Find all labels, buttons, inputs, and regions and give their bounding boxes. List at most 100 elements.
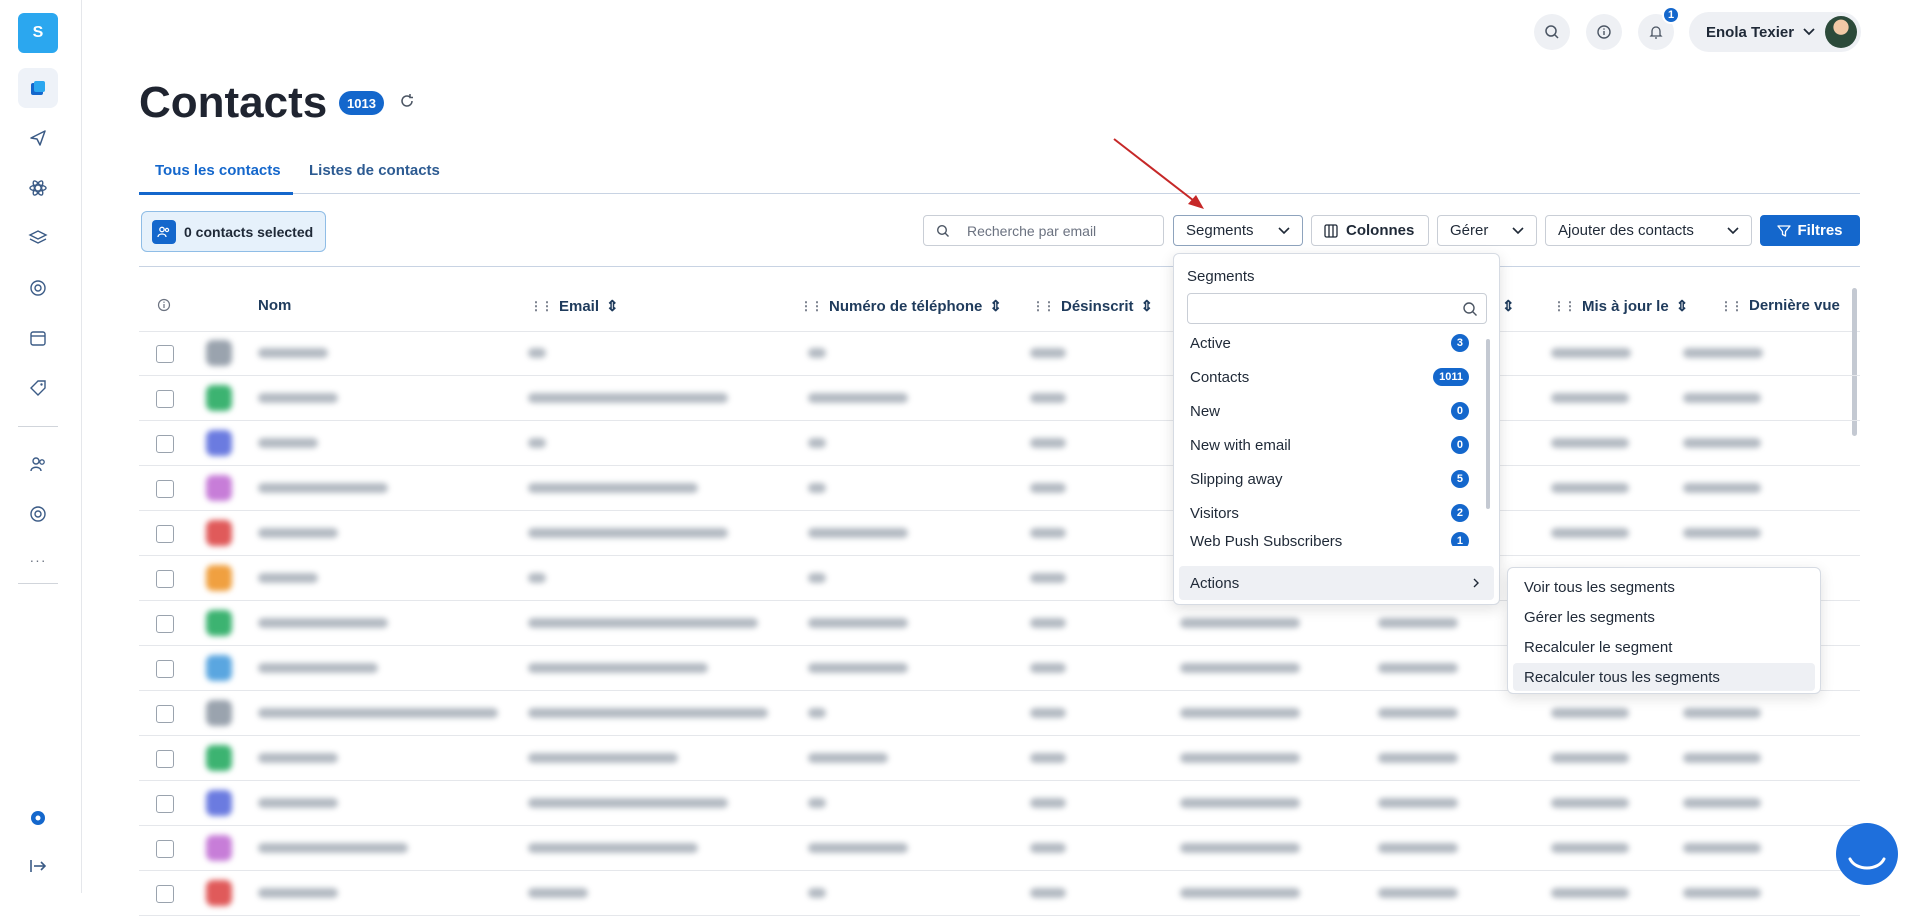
drag-handle-icon[interactable]: ⋮⋮: [1032, 299, 1055, 313]
blurred-cell: [1180, 888, 1300, 898]
column-header-last-seen[interactable]: ⋮⋮ Dernière vue: [1720, 297, 1840, 314]
row-checkbox[interactable]: [156, 525, 174, 543]
segment-item-web-push-subscribers[interactable]: Web Push Subscribers 1: [1190, 532, 1469, 546]
drag-handle-icon[interactable]: ⋮⋮: [530, 299, 553, 313]
avatar: [206, 790, 232, 816]
sort-icon[interactable]: ⇕: [1502, 297, 1515, 315]
column-header-name[interactable]: Nom: [258, 297, 291, 314]
add-contacts-dropdown-button[interactable]: Ajouter des contacts: [1545, 215, 1752, 246]
segment-item-contacts[interactable]: Contacts 1011: [1190, 368, 1469, 386]
layers-icon[interactable]: [18, 218, 58, 258]
drag-handle-icon[interactable]: ⋮⋮: [1553, 299, 1576, 313]
notification-count-badge: 1: [1662, 6, 1680, 24]
row-checkbox[interactable]: [156, 615, 174, 633]
sort-icon[interactable]: ⇕: [1676, 297, 1689, 315]
sidebar-divider: [18, 583, 58, 584]
users-icon[interactable]: [18, 444, 58, 484]
segments-search-input[interactable]: [1187, 293, 1487, 324]
blurred-cell: [1551, 843, 1629, 853]
table-scrollbar[interactable]: [1852, 288, 1857, 436]
row-checkbox[interactable]: [156, 885, 174, 903]
blurred-cell: [258, 708, 498, 718]
blurred-cell: [258, 663, 378, 673]
segments-dropdown-button[interactable]: Segments: [1173, 215, 1303, 246]
search-placeholder: Recherche par email: [967, 222, 1097, 239]
support-icon[interactable]: [18, 494, 58, 534]
segment-item-slipping-away[interactable]: Slipping away 5: [1190, 470, 1469, 488]
send-icon[interactable]: [18, 118, 58, 158]
search-button[interactable]: [1534, 14, 1570, 50]
tab-contact-lists[interactable]: Listes de contacts: [309, 162, 440, 179]
tag-icon[interactable]: [18, 368, 58, 408]
blurred-cell: [528, 573, 546, 583]
view-all-segments-item[interactable]: Voir tous les segments: [1513, 573, 1815, 601]
help-icon[interactable]: [18, 798, 58, 838]
filters-button[interactable]: Filtres: [1760, 215, 1860, 246]
blurred-cell: [1683, 393, 1761, 403]
more-icon[interactable]: ···: [18, 552, 58, 568]
calendar-icon[interactable]: [18, 318, 58, 358]
logout-icon[interactable]: [18, 846, 58, 886]
info-button[interactable]: [1586, 14, 1622, 50]
segments-dropdown-menu: Segments Active 3 Contacts 1011 New 0 New w…: [1173, 253, 1500, 605]
blurred-cell: [808, 708, 826, 718]
blurred-cell: [808, 663, 908, 673]
drag-handle-icon[interactable]: ⋮⋮: [800, 299, 823, 313]
row-checkbox[interactable]: [156, 390, 174, 408]
manage-segments-item[interactable]: Gérer les segments: [1513, 603, 1815, 631]
row-checkbox[interactable]: [156, 435, 174, 453]
recalculate-segment-item[interactable]: Recalculer le segment: [1513, 633, 1815, 661]
active-tab-indicator: [139, 192, 293, 195]
target-icon[interactable]: [18, 268, 58, 308]
sort-icon[interactable]: ⇕: [989, 297, 1002, 315]
segment-label: New: [1190, 402, 1221, 420]
row-checkbox[interactable]: [156, 570, 174, 588]
row-checkbox[interactable]: [156, 840, 174, 858]
workspace-logo[interactable]: S: [18, 13, 58, 53]
row-checkbox[interactable]: [156, 660, 174, 678]
blurred-cell: [1030, 393, 1066, 403]
segments-scrollbar[interactable]: [1486, 339, 1490, 509]
chat-widget-button[interactable]: [1836, 823, 1898, 885]
email-search-input[interactable]: Recherche par email: [923, 215, 1164, 246]
table-row-divider: [139, 735, 1860, 736]
row-checkbox[interactable]: [156, 795, 174, 813]
atom-icon[interactable]: [18, 168, 58, 208]
blurred-cell: [528, 753, 678, 763]
row-checkbox[interactable]: [156, 345, 174, 363]
dashboard-icon[interactable]: [18, 68, 58, 108]
manage-dropdown-button[interactable]: Gérer: [1437, 215, 1537, 246]
notifications-button[interactable]: 1: [1638, 6, 1680, 50]
blurred-cell: [1551, 888, 1629, 898]
column-header-email[interactable]: ⋮⋮ Email ⇕: [530, 297, 619, 316]
blurred-cell: [1551, 438, 1629, 448]
segment-count-badge: 3: [1450, 334, 1469, 352]
recalculate-all-segments-item[interactable]: Recalculer tous les segments: [1513, 663, 1815, 691]
blurred-cell: [1030, 708, 1066, 718]
blurred-cell: [528, 663, 708, 673]
segments-actions-item[interactable]: Actions: [1179, 566, 1494, 600]
blurred-cell: [1683, 348, 1763, 358]
drag-handle-icon[interactable]: ⋮⋮: [1720, 299, 1743, 313]
columns-button[interactable]: Colonnes: [1311, 215, 1429, 246]
user-menu-button[interactable]: Enola Texier: [1689, 12, 1861, 52]
avatar: [1825, 16, 1857, 48]
column-header-updated[interactable]: ⋮⋮ Mis à jour le ⇕: [1553, 297, 1689, 316]
refresh-icon[interactable]: [399, 93, 415, 109]
blurred-cell: [1683, 753, 1761, 763]
blurred-cell: [808, 348, 826, 358]
segment-item-active[interactable]: Active 3: [1190, 334, 1469, 352]
row-checkbox[interactable]: [156, 750, 174, 768]
sort-icon[interactable]: ⇕: [1141, 297, 1154, 315]
row-checkbox[interactable]: [156, 480, 174, 498]
column-header-phone[interactable]: ⋮⋮ Numéro de téléphone ⇕: [800, 297, 1002, 316]
sort-icon[interactable]: ⇕: [606, 297, 619, 315]
row-checkbox[interactable]: [156, 705, 174, 723]
segment-item-new[interactable]: New 0: [1190, 402, 1469, 420]
blurred-cell: [258, 348, 328, 358]
segment-item-new-with-email[interactable]: New with email 0: [1190, 436, 1469, 454]
segment-item-visitors[interactable]: Visitors 2: [1190, 504, 1469, 522]
tab-all-contacts[interactable]: Tous les contacts: [155, 162, 281, 179]
column-header-unsubscribed[interactable]: ⋮⋮ Désinscrit ⇕: [1032, 297, 1154, 316]
blurred-cell: [1378, 843, 1458, 853]
